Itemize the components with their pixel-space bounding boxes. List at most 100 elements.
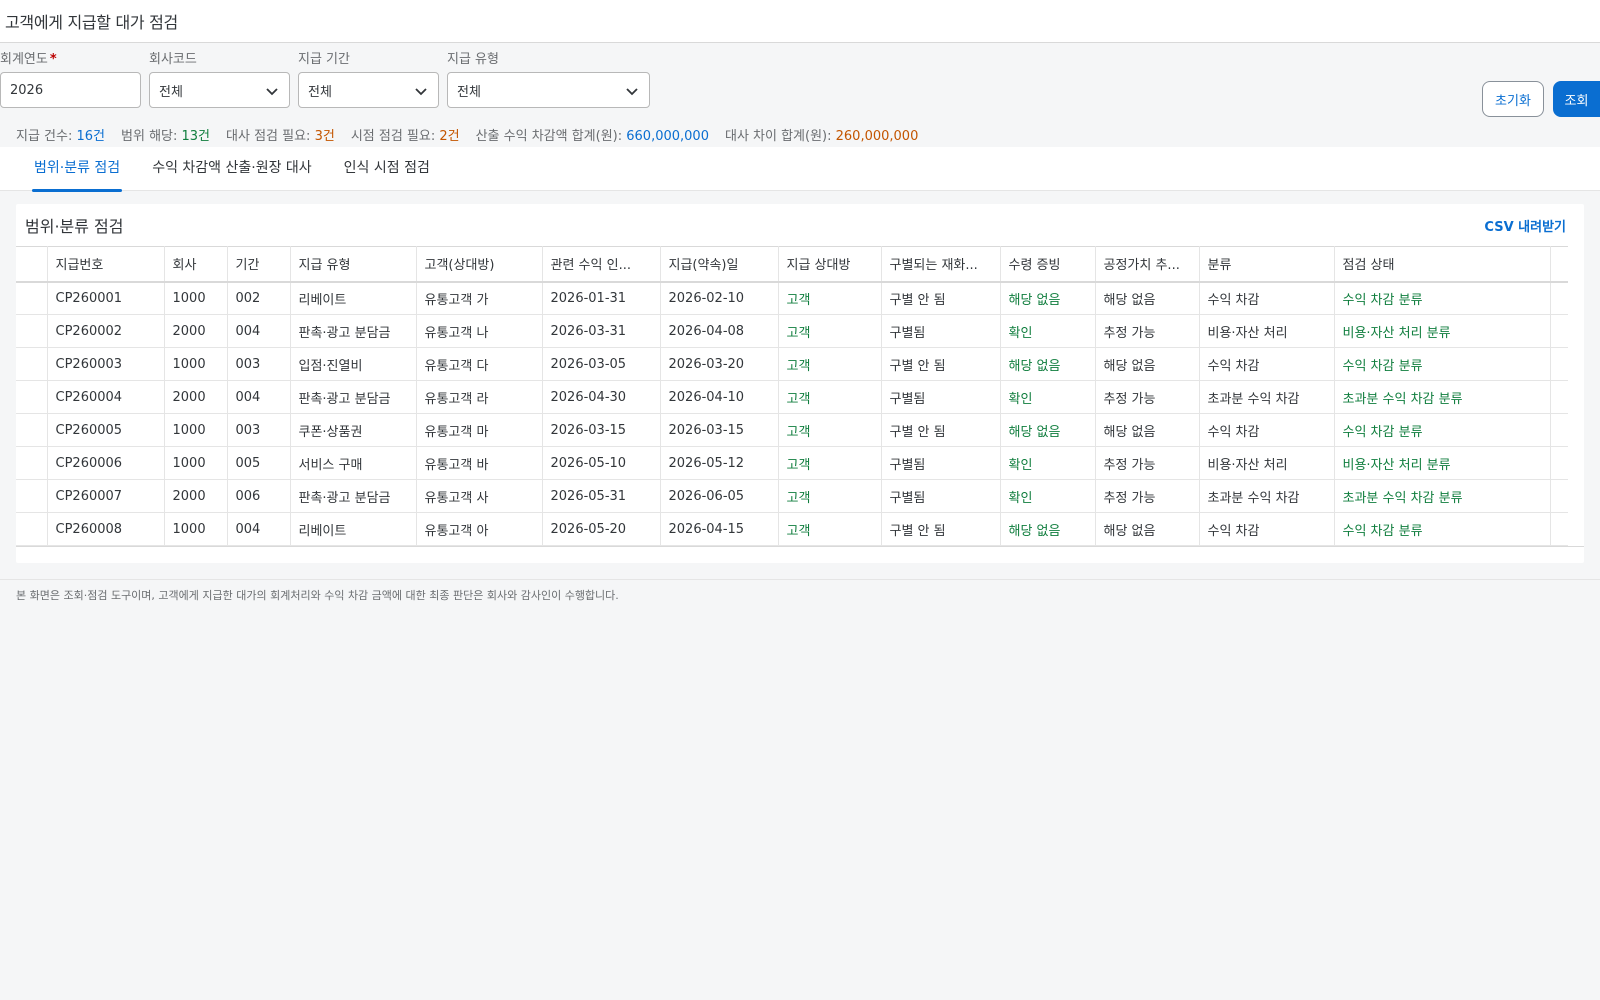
- table-header-row: 지급번호 회사 기간 지급 유형 고객(상대방) 관련 수익 인... 지급(약속)일 지급 …: [16, 246, 1568, 283]
- table-cell: 판촉·광고 분담금: [290, 314, 417, 348]
- table-row[interactable]: CP260005 1000 003 쿠폰·상품권 유통고객 마 2026-03-15 202…: [16, 413, 1568, 447]
- table-cell: 입점·진열비: [290, 347, 417, 381]
- table-cell: 해당 없음: [1095, 281, 1200, 315]
- tab-scope-classification[interactable]: 범위·분류 점검: [32, 147, 123, 192]
- column-header[interactable]: 지급번호: [47, 246, 165, 283]
- row-selector[interactable]: [16, 446, 48, 480]
- column-header[interactable]: 관련 수익 인...: [542, 246, 661, 283]
- column-header[interactable]: 회사: [164, 246, 228, 283]
- table-row[interactable]: CP260007 2000 006 판촉·광고 분담금 유통고객 사 2026-05-31…: [16, 479, 1568, 513]
- required-mark: *: [49, 52, 57, 67]
- table-cell: CP260001: [47, 281, 165, 315]
- table-cell: 수익 차감 분류: [1334, 347, 1551, 381]
- row-selector[interactable]: [16, 380, 48, 414]
- column-header[interactable]: 고객(상대방): [416, 246, 543, 283]
- table-cell: 쿠폰·상품권: [290, 413, 417, 447]
- table-cell: 수익 차감 분류: [1334, 281, 1551, 315]
- row-selector[interactable]: [16, 281, 48, 315]
- column-header[interactable]: 분류: [1199, 246, 1335, 283]
- table-cell: 해당 없음: [1095, 413, 1200, 447]
- table-cell: 해당 없음: [1000, 512, 1096, 546]
- table-cell: 유통고객 마: [416, 413, 543, 447]
- table-cell: 고객: [778, 281, 882, 315]
- summary-item: 시점 점검 필요: 2건: [350, 128, 460, 144]
- table-cell: 2026-03-20: [660, 347, 779, 381]
- row-filler: [1550, 347, 1568, 381]
- row-filler: [1550, 413, 1568, 447]
- table-cell: 2026-04-15: [660, 512, 779, 546]
- table-cell: 추정 가능: [1095, 479, 1200, 513]
- row-filler: [1550, 314, 1568, 348]
- row-selector[interactable]: [16, 512, 48, 546]
- table-cell: 비용·자산 처리 분류: [1334, 446, 1551, 480]
- table-cell: 유통고객 다: [416, 347, 543, 381]
- row-selector[interactable]: [16, 413, 48, 447]
- table-cell: 2000: [164, 479, 228, 513]
- table-row[interactable]: CP260008 1000 004 리베이트 유통고객 아 2026-05-20 2026-…: [16, 512, 1568, 546]
- table-cell: 2026-05-20: [542, 512, 661, 546]
- table-cell: 유통고객 나: [416, 314, 543, 348]
- table-cell: 수익 차감 분류: [1334, 512, 1551, 546]
- summary-bar: 지급 건수: 16건 범위 해당: 13건 대사 점검 필요: 3건 시점 점검…: [0, 121, 1600, 147]
- table-cell: 고객: [778, 314, 882, 348]
- row-selector[interactable]: [16, 347, 48, 381]
- tab-recognition-timing[interactable]: 인식 시점 점검: [342, 147, 432, 191]
- table-cell: 2026-04-10: [660, 380, 779, 414]
- row-filler: [1550, 281, 1568, 315]
- table-cell: CP260002: [47, 314, 165, 348]
- table-cell: CP260003: [47, 347, 165, 381]
- summary-item: 범위 해당: 13건: [121, 128, 211, 144]
- column-header[interactable]: 지급(약속)일: [660, 246, 779, 283]
- table-cell: 004: [227, 512, 291, 546]
- table-row[interactable]: CP260002 2000 004 판촉·광고 분담금 유통고객 나 2026-03-31…: [16, 314, 1568, 348]
- table-row[interactable]: CP260004 2000 004 판촉·광고 분담금 유통고객 라 2026-04-30…: [16, 380, 1568, 414]
- fiscal-year-label: 회계연도 *: [0, 52, 57, 67]
- row-selector[interactable]: [16, 479, 48, 513]
- fiscal-year-field: 회계연도 * 2026: [0, 52, 141, 108]
- company-code-select[interactable]: 전체: [149, 72, 290, 108]
- table-cell: 초과분 수익 차감: [1199, 479, 1335, 513]
- search-button[interactable]: 조회: [1553, 81, 1600, 117]
- column-header[interactable]: 수령 증빙: [1000, 246, 1096, 283]
- payment-type-label: 지급 유형: [447, 52, 499, 67]
- table-row[interactable]: CP260006 1000 005 서비스 구매 유통고객 바 2026-05-10 202…: [16, 446, 1568, 480]
- column-header[interactable]: 지급 유형: [290, 246, 417, 283]
- column-header[interactable]: 점검 상태: [1334, 246, 1551, 283]
- fiscal-year-input[interactable]: 2026: [0, 72, 141, 108]
- table-cell: 구별 안 됨: [881, 281, 1001, 315]
- column-header[interactable]: 기간: [227, 246, 291, 283]
- column-header[interactable]: 지급 상대방: [778, 246, 882, 283]
- table-cell: 004: [227, 380, 291, 414]
- table-cell: 수익 차감 분류: [1334, 413, 1551, 447]
- table-cell: 해당 없음: [1095, 347, 1200, 381]
- payment-type-select[interactable]: 전체: [447, 72, 650, 108]
- table-row[interactable]: CP260001 1000 002 리베이트 유통고객 가 2026-01-31 2026-…: [16, 281, 1568, 315]
- column-header[interactable]: 공정가치 추...: [1095, 246, 1200, 283]
- table-cell: 추정 가능: [1095, 446, 1200, 480]
- period-select[interactable]: 전체: [298, 72, 439, 108]
- table-cell: 확인: [1000, 479, 1096, 513]
- tab-revenue-reduction-reconciliation[interactable]: 수익 차감액 산출·원장 대사: [150, 147, 313, 191]
- table-cell: 비용·자산 처리: [1199, 446, 1335, 480]
- table-cell: 초과분 수익 차감: [1199, 380, 1335, 414]
- table-cell: 확인: [1000, 314, 1096, 348]
- table-cell: 추정 가능: [1095, 380, 1200, 414]
- table-cell: 2000: [164, 380, 228, 414]
- csv-download-link[interactable]: CSV 내려받기: [1484, 216, 1566, 235]
- table-cell: 005: [227, 446, 291, 480]
- table-cell: 2026-03-05: [542, 347, 661, 381]
- panel-header: 범위·분류 점검 CSV 내려받기: [16, 204, 1584, 246]
- table-cell: 2026-05-10: [542, 446, 661, 480]
- reset-button[interactable]: 초기화: [1482, 81, 1544, 117]
- summary-item: 대사 차이 합계(원): 260,000,000: [724, 128, 919, 144]
- table-row[interactable]: CP260003 1000 003 입점·진열비 유통고객 다 2026-03-05 202…: [16, 347, 1568, 381]
- table-cell: 고객: [778, 380, 882, 414]
- table-cell: 고객: [778, 479, 882, 513]
- table-cell: 수익 차감: [1199, 281, 1335, 315]
- table-cell: 해당 없음: [1000, 281, 1096, 315]
- row-selector[interactable]: [16, 314, 48, 348]
- table-cell: 서비스 구매: [290, 446, 417, 480]
- table-cell: 수익 차감: [1199, 512, 1335, 546]
- column-header[interactable]: 구별되는 재화...: [881, 246, 1001, 283]
- row-selector-header[interactable]: [16, 246, 48, 283]
